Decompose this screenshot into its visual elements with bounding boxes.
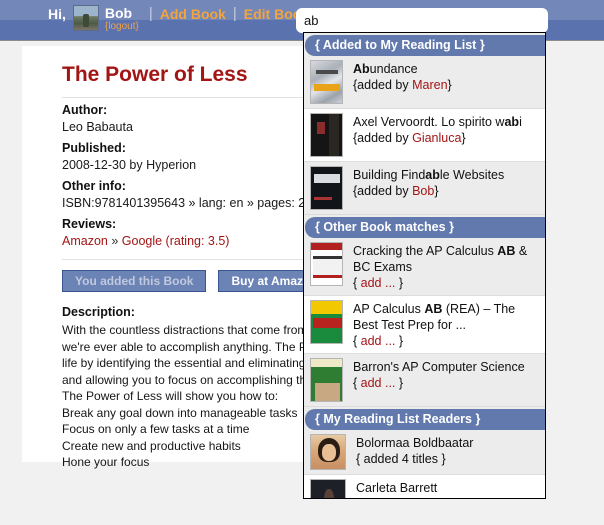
nav-separator-1: | <box>148 5 153 22</box>
added-by-label: {added by Bob} <box>353 184 439 198</box>
add-book-link[interactable]: add ... <box>361 334 396 348</box>
field-reviews-label: Reviews: <box>62 217 117 231</box>
search-autocomplete-dropdown: { Added to My Reading List } Abundance {… <box>303 32 546 499</box>
added-by-label: {added by Maren} <box>353 78 452 92</box>
reader-avatar-icon <box>310 479 346 498</box>
description-line: Focus on only a few tasks at a time <box>62 422 250 436</box>
book-title-label: Building Findable Websites <box>353 168 505 182</box>
add-book-link[interactable]: add ... <box>361 276 396 290</box>
page-title: The Power of Less <box>62 63 248 86</box>
book-cover-thumbnail-icon <box>310 60 343 104</box>
description-line: Break any goal down into manageable task… <box>62 405 298 420</box>
add-book-link[interactable]: add ... <box>361 376 396 390</box>
field-author-value: Leo Babauta <box>62 120 133 134</box>
greeting-label: Hi, <box>48 6 66 22</box>
add-action-label: { add ... } <box>353 334 404 348</box>
field-reviews-value: Amazon » Google (rating: 3.5) <box>62 233 307 250</box>
description-line: we're ever able to accomplish anything. … <box>62 339 347 354</box>
description-label: Description: <box>62 305 135 319</box>
list-item[interactable]: Carleta Barrett { added 4 titles } <box>304 475 545 498</box>
field-other-info: Other info: ISBN:9781401395643 » lang: e… <box>22 174 313 212</box>
action-button-row: You added this Book Buy at Amazon <box>22 260 331 292</box>
book-title-label: Axel Vervoordt. Lo spirito wabi <box>353 115 522 129</box>
list-item-text: Bolormaa Boldbaatar { added 4 titles } <box>356 434 541 467</box>
book-title-label: Barron's AP Computer Science <box>353 360 525 374</box>
description-line: Create new and productive habits <box>62 438 241 453</box>
list-item-text: AP Calculus AB (REA) – The Best Test Pre… <box>353 300 541 349</box>
field-published-value: 2008-12-30 by Hyperion <box>62 158 197 172</box>
reader-titles-count-label: { added 4 titles } <box>356 452 446 466</box>
book-cover-thumbnail-icon <box>310 242 343 286</box>
section-header-my-reading-list-readers: { My Reading List Readers } <box>305 409 545 430</box>
section-header-other-book-matches: { Other Book matches } <box>305 217 545 238</box>
list-item-text: Building Findable Websites {added by Bob… <box>353 166 541 199</box>
description-line: and allowing you to focus on accomplishi… <box>62 372 345 387</box>
book-detail-card: The Power of Less Author: Leo Babauta Pu… <box>22 46 346 469</box>
book-cover-thumbnail-icon <box>310 113 343 157</box>
list-item[interactable]: Bolormaa Boldbaatar { added 4 titles } <box>304 430 545 475</box>
description-line: Hone your focus <box>62 455 150 469</box>
add-action-label: { add ... } <box>353 276 404 290</box>
description-line: The Power of Less will show you how to: <box>62 389 279 403</box>
user-block[interactable]: Bob {logout} <box>72 5 139 33</box>
list-item-text: Abundance {added by Maren} <box>353 60 541 93</box>
list-item[interactable]: AP Calculus AB (REA) – The Best Test Pre… <box>304 296 545 354</box>
nav-link-add-book[interactable]: Add Book <box>160 5 226 23</box>
description-line: life by identifying the essential and el… <box>62 356 343 370</box>
field-reviews: Reviews: Amazon » Google (rating: 3.5) <box>22 212 307 250</box>
username-label[interactable]: Bob <box>105 5 139 22</box>
added-by-label: {added by Gianluca} <box>353 131 466 145</box>
reader-avatar-icon <box>310 434 346 470</box>
field-other-info-value: ISBN:9781401395643 » lang: en » pages: 2… <box>62 196 313 210</box>
list-item-text: Carleta Barrett { added 4 titles } <box>356 479 541 498</box>
list-item[interactable]: Building Findable Websites {added by Bob… <box>304 162 545 215</box>
book-title-label: AP Calculus AB (REA) – The Best Test Pre… <box>353 302 516 332</box>
book-title-label: Abundance <box>353 62 418 76</box>
list-item-text: Barron's AP Computer Science { add ... } <box>353 358 541 391</box>
book-cover-thumbnail-icon <box>310 166 343 210</box>
list-item[interactable]: Axel Vervoordt. Lo spirito wabi {added b… <box>304 109 545 162</box>
field-published: Published: 2008-12-30 by Hyperion <box>22 136 307 174</box>
review-link-amazon[interactable]: Amazon <box>62 234 108 248</box>
added-by-user-link[interactable]: Gianluca <box>412 131 461 145</box>
reader-name-label: Bolormaa Boldbaatar <box>356 436 474 450</box>
description-line: With the countless distractions that com… <box>62 323 341 337</box>
field-author: Author: Leo Babauta <box>22 98 307 136</box>
list-item-text: Cracking the AP Calculus AB & BC Exams {… <box>353 242 541 291</box>
list-item-text: Axel Vervoordt. Lo spirito wabi {added b… <box>353 113 541 146</box>
search-input[interactable] <box>296 8 548 33</box>
list-item[interactable]: Abundance {added by Maren} <box>304 56 545 109</box>
added-by-user-link[interactable]: Maren <box>412 78 447 92</box>
book-cover-thumbnail-icon <box>310 358 343 402</box>
book-cover-thumbnail-icon <box>310 300 343 344</box>
review-link-google[interactable]: Google (rating: 3.5) <box>122 234 230 248</box>
added-by-user-link[interactable]: Bob <box>412 184 434 198</box>
reader-titles-count-label: { added 4 titles } <box>356 496 541 498</box>
added-book-button[interactable]: You added this Book <box>62 270 207 292</box>
description-section: Description: With the countless distract… <box>22 292 347 471</box>
avatar <box>72 5 99 31</box>
field-author-label: Author: <box>62 103 108 117</box>
book-title-label: Cracking the AP Calculus AB & BC Exams <box>353 244 528 274</box>
add-action-label: { add ... } <box>353 376 404 390</box>
nav-separator-2: | <box>232 5 237 22</box>
logout-link[interactable]: {logout} <box>105 21 139 33</box>
section-header-added-to-reading-list: { Added to My Reading List } <box>305 35 545 56</box>
list-item[interactable]: Barron's AP Computer Science { add ... } <box>304 354 545 407</box>
field-other-info-label: Other info: <box>62 179 126 193</box>
field-published-label: Published: <box>62 141 126 155</box>
username-block: Bob {logout} <box>105 5 139 33</box>
list-item[interactable]: Cracking the AP Calculus AB & BC Exams {… <box>304 238 545 296</box>
reader-name-label: Carleta Barrett <box>356 481 438 495</box>
review-separator: » <box>107 234 122 248</box>
